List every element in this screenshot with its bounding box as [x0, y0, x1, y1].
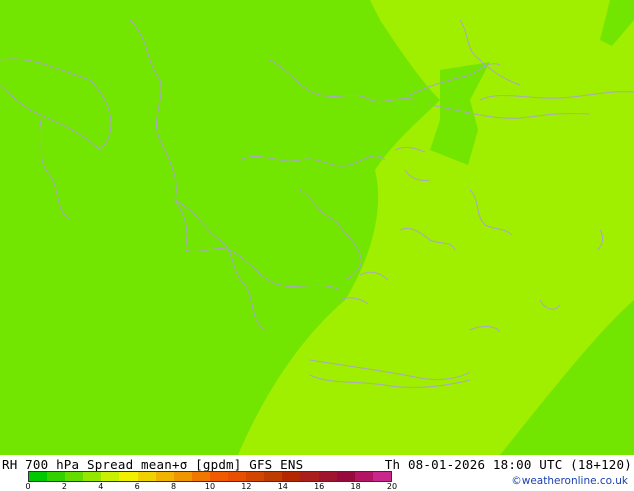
legend-swatch: [191, 472, 210, 481]
legend-swatch: [282, 472, 301, 481]
legend-swatch: [119, 472, 138, 481]
legend-swatch: [372, 472, 391, 481]
site-credit[interactable]: ©weatheronline.co.uk: [511, 475, 628, 487]
legend-swatch: [83, 472, 102, 481]
map-footer: RH 700 hPa Spread mean+σ [gpdm] GFS ENS …: [0, 455, 634, 491]
map-caption: RH 700 hPa Spread mean+σ [gpdm] GFS ENS: [2, 457, 304, 472]
legend-swatch: [29, 472, 48, 481]
color-legend: [28, 471, 392, 482]
legend-swatch: [65, 472, 84, 481]
valid-time: Th 08-01-2026 18:00 UTC (18+120): [384, 457, 632, 472]
legend-swatch: [228, 472, 247, 481]
legend-swatch: [101, 472, 120, 481]
legend-swatch: [318, 472, 337, 481]
legend-swatch: [47, 472, 66, 481]
legend-swatch: [264, 472, 283, 481]
legend-swatch: [354, 472, 373, 481]
legend-swatch: [300, 472, 319, 481]
legend-swatch: [246, 472, 265, 481]
legend-swatch: [137, 472, 156, 481]
legend-swatch: [173, 472, 192, 481]
legend-swatch: [155, 472, 174, 481]
legend-swatch: [336, 472, 355, 481]
weather-map: [0, 0, 634, 455]
legend-swatch: [209, 472, 229, 481]
